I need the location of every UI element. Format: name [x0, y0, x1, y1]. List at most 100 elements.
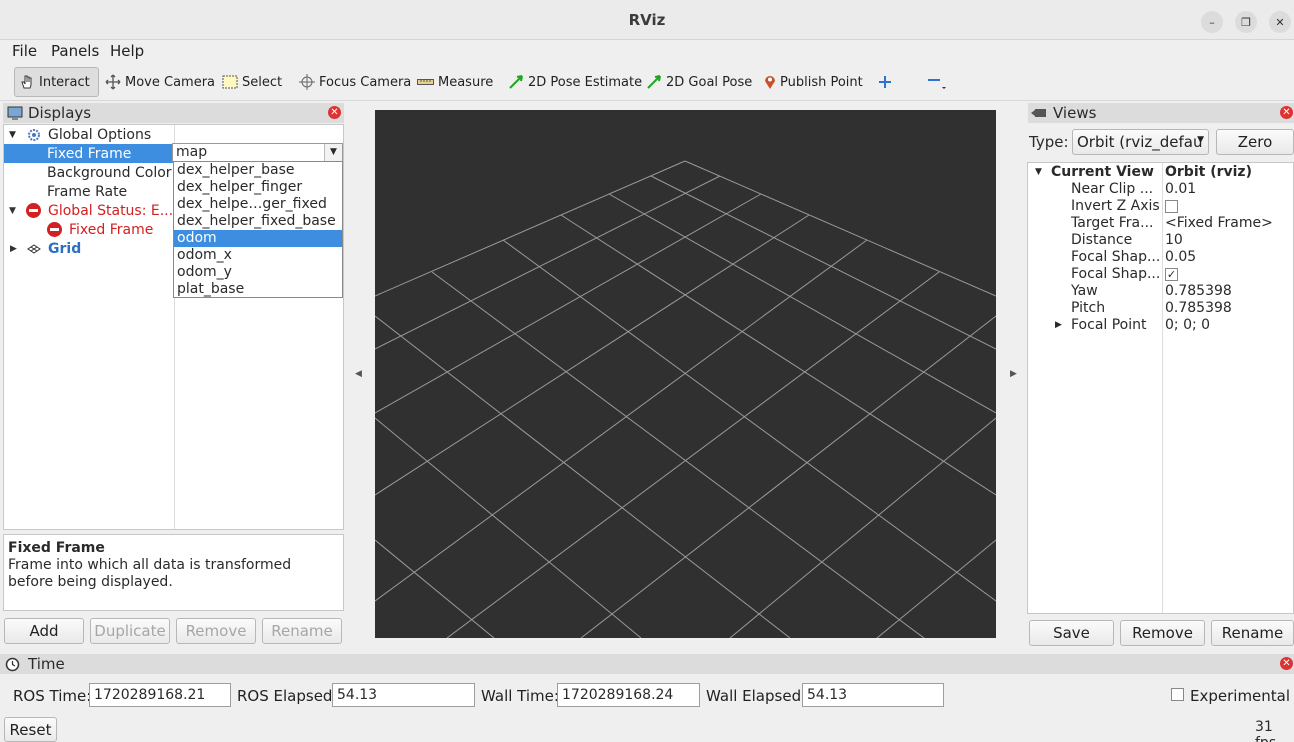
measure-label: Measure	[438, 74, 494, 90]
pose-estimate-tool[interactable]: 2D Pose Estimate	[504, 67, 646, 97]
move-camera-label: Move Camera	[125, 74, 216, 90]
remove-tool-button[interactable]	[922, 67, 956, 97]
rename-display-button[interactable]: Rename	[262, 618, 342, 644]
ros-time-field[interactable]: 1720289168.21	[89, 683, 231, 707]
fixed-frame-dropdown: dex_helper_base dex_helper_finger dex_he…	[173, 161, 343, 298]
time-close-icon[interactable]: ✕	[1280, 657, 1293, 670]
menu-help[interactable]: Help	[110, 42, 144, 60]
focus-camera-tool[interactable]: Focus Camera	[295, 67, 415, 97]
grid-label: Grid	[48, 240, 82, 257]
frame-option[interactable]: dex_helper_fixed_base	[174, 213, 342, 230]
menu-panels[interactable]: Panels	[51, 42, 99, 60]
expand-right-icon: ▶	[1055, 320, 1062, 330]
frame-option[interactable]: dex_helper_base	[174, 162, 342, 179]
prop-key: Focal Shap...	[1071, 249, 1161, 265]
green-arrow-icon	[647, 75, 661, 89]
views-properties: ▼ Current View Orbit (rviz) Near Clip ..…	[1027, 162, 1294, 614]
wall-time-label: Wall Time:	[481, 687, 559, 705]
ros-time-label: ROS Time:	[13, 687, 92, 705]
select-tool[interactable]: Select	[218, 67, 286, 97]
prop-value: 0.05	[1165, 249, 1197, 265]
frame-option[interactable]: plat_base	[174, 281, 342, 298]
add-tool-button[interactable]	[874, 67, 900, 97]
views-close-icon[interactable]: ✕	[1280, 106, 1293, 119]
rename-view-button[interactable]: Rename	[1211, 620, 1294, 646]
close-icon: ✕	[1275, 15, 1285, 29]
wall-elapsed-label: Wall Elapsed:	[706, 687, 807, 705]
target-frame-row[interactable]: Target Fra... <Fixed Frame>	[1028, 215, 1294, 232]
focal-shape-fixed-row[interactable]: Focal Shap... ✓	[1028, 266, 1294, 283]
view-type-value: Orbit (rviz_defau	[1077, 133, 1203, 151]
frame-rate-label: Frame Rate	[47, 183, 128, 200]
tree-row-grid[interactable]: ▶ Grid	[4, 239, 174, 258]
goal-pose-tool[interactable]: 2D Goal Pose	[642, 67, 756, 97]
menu-file[interactable]: File	[12, 42, 37, 60]
measure-tool[interactable]: Measure	[413, 67, 497, 97]
frame-option[interactable]: odom_y	[174, 264, 342, 281]
ros-elapsed-field[interactable]: 54.13	[332, 683, 475, 707]
global-options-label: Global Options	[48, 126, 152, 143]
frame-option-highlighted[interactable]: odom	[174, 230, 342, 247]
current-view-row[interactable]: ▼ Current View Orbit (rviz)	[1028, 164, 1294, 181]
wall-elapsed-field[interactable]: 54.13	[802, 683, 944, 707]
displays-title: Displays	[28, 104, 92, 122]
fps-counter: 31 fps	[1255, 719, 1276, 742]
displays-header: Displays ✕	[3, 103, 344, 123]
save-view-button[interactable]: Save	[1029, 620, 1114, 646]
interact-label: Interact	[39, 74, 90, 90]
property-description: Fixed Frame Frame into which all data is…	[3, 534, 344, 611]
fixed-frame-status-label: Fixed Frame	[69, 221, 154, 238]
remove-view-button[interactable]: Remove	[1120, 620, 1205, 646]
experimental-checkbox[interactable]	[1171, 688, 1184, 701]
prop-key: Yaw	[1071, 283, 1098, 299]
invert-z-row[interactable]: Invert Z Axis	[1028, 198, 1294, 215]
focal-shape-size-row[interactable]: Focal Shap... 0.05	[1028, 249, 1294, 266]
displays-close-icon[interactable]: ✕	[328, 106, 341, 119]
frame-option[interactable]: dex_helper_finger	[174, 179, 342, 196]
interact-tool[interactable]: Interact	[14, 67, 99, 97]
tree-row-fixed-frame[interactable]: Fixed Frame	[4, 144, 174, 163]
close-window-button[interactable]: ✕	[1269, 11, 1291, 33]
wall-time-field[interactable]: 1720289168.24	[557, 683, 700, 707]
distance-row[interactable]: Distance 10	[1028, 232, 1294, 249]
title-bar: RViz – ❐ ✕	[0, 0, 1294, 40]
reset-button[interactable]: Reset	[4, 717, 57, 742]
near-clip-row[interactable]: Near Clip ... 0.01	[1028, 181, 1294, 198]
views-title: Views	[1053, 104, 1097, 122]
tree-row-background-color[interactable]: Background Color	[4, 163, 174, 182]
select-label: Select	[242, 74, 283, 90]
render-viewport[interactable]	[374, 110, 997, 639]
frame-option[interactable]: dex_helpe…ger_fixed	[174, 196, 342, 213]
prop-key: Pitch	[1071, 300, 1106, 316]
global-status-label: Global Status: E...	[48, 202, 174, 219]
add-display-button[interactable]: Add	[4, 618, 84, 644]
collapse-left-icon[interactable]: ◀	[355, 369, 362, 379]
fixed-frame-combo[interactable]: map ▼	[172, 143, 343, 162]
remove-display-button[interactable]: Remove	[176, 618, 256, 644]
duplicate-display-button[interactable]: Duplicate	[90, 618, 170, 644]
invert-z-checkbox[interactable]	[1165, 199, 1178, 213]
view-type-select[interactable]: Orbit (rviz_defau ▼	[1072, 129, 1209, 155]
time-title: Time	[28, 655, 65, 673]
minimize-button[interactable]: –	[1201, 11, 1223, 33]
tree-row-global-status[interactable]: ▼ Global Status: E...	[4, 201, 174, 220]
hand-icon	[21, 75, 32, 89]
tree-row-fixed-frame-status[interactable]: Fixed Frame	[4, 220, 174, 239]
collapse-right-icon[interactable]: ▶	[1010, 369, 1017, 379]
prop-key: Distance	[1071, 232, 1133, 248]
experimental-label: Experimental	[1190, 687, 1291, 705]
expand-right-icon: ▶	[10, 243, 17, 254]
monitor-icon	[7, 106, 23, 120]
focal-shape-checkbox[interactable]: ✓	[1165, 267, 1178, 281]
zero-button[interactable]: Zero	[1216, 129, 1294, 155]
maximize-button[interactable]: ❐	[1235, 11, 1257, 33]
focal-point-row[interactable]: ▶ Focal Point 0; 0; 0	[1028, 317, 1294, 334]
move-camera-tool[interactable]: Move Camera	[101, 67, 219, 97]
tree-row-global-options[interactable]: ▼ Global Options	[4, 125, 174, 144]
publish-point-tool[interactable]: Publish Point	[760, 67, 867, 97]
yaw-row[interactable]: Yaw 0.785398	[1028, 283, 1294, 300]
prop-key: Focal Shap...	[1071, 266, 1161, 282]
tree-row-frame-rate[interactable]: Frame Rate	[4, 182, 174, 201]
pitch-row[interactable]: Pitch 0.785398	[1028, 300, 1294, 317]
frame-option[interactable]: odom_x	[174, 247, 342, 264]
